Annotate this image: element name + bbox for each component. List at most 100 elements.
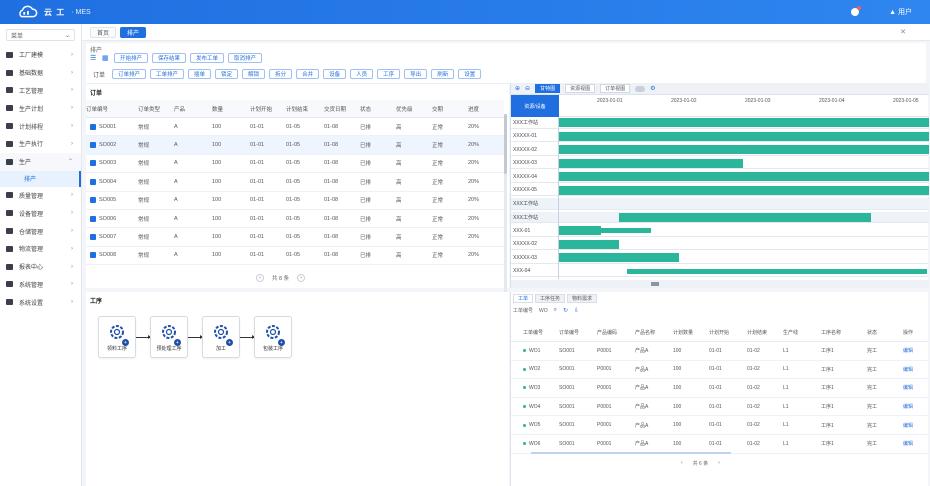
table-row[interactable]: WO1 SO001 P0001 产品A 100 01-01 01-02 L1 工序1 完工 编辑 bbox=[511, 342, 929, 361]
gantt-task-bar[interactable] bbox=[559, 239, 619, 249]
sidebar-item[interactable]: 工艺管理 › bbox=[0, 82, 81, 100]
toolbar-button[interactable]: 工单排产 bbox=[150, 69, 185, 79]
gantt-row[interactable]: XXX工作站 bbox=[511, 117, 929, 129]
sidebar-item[interactable]: 质量管理 › bbox=[0, 187, 81, 205]
edit-link[interactable]: 编辑 bbox=[903, 403, 929, 410]
toolbar-button[interactable]: 导出 bbox=[404, 69, 428, 79]
menu-icon[interactable]: ☰ bbox=[90, 54, 98, 62]
column-header[interactable]: 订单编号 bbox=[559, 329, 597, 336]
row-checkbox[interactable] bbox=[90, 197, 96, 204]
sidebar-item[interactable]: 系统管理 › bbox=[0, 276, 81, 294]
edit-link[interactable]: 编辑 bbox=[903, 384, 929, 391]
gantt-row[interactable]: XXX-01 bbox=[511, 225, 929, 237]
column-header[interactable]: 产品 bbox=[174, 105, 212, 113]
table-row[interactable]: WO4 SO001 P0001 产品A 100 01-01 01-02 L1 工序1 完工 编辑 bbox=[511, 398, 929, 417]
edit-link[interactable]: 编辑 bbox=[903, 440, 929, 447]
next-page-icon[interactable]: › bbox=[718, 460, 720, 467]
gantt-splitter[interactable] bbox=[558, 117, 559, 279]
table-row[interactable]: WO5 SO001 P0001 产品A 100 01-01 01-02 L1 工序1 完工 编辑 bbox=[511, 416, 929, 435]
column-header[interactable]: 产品名称 bbox=[635, 329, 673, 336]
column-header[interactable]: 工单编号 bbox=[511, 329, 559, 336]
close-all-icon[interactable]: ✕ bbox=[900, 28, 906, 36]
nav-tag[interactable]: 排产 bbox=[120, 26, 147, 38]
search-icon[interactable]: ⌕ bbox=[554, 307, 557, 314]
detail-scrollbar[interactable] bbox=[531, 452, 731, 454]
gantt-task-bar[interactable] bbox=[559, 253, 679, 262]
process-node[interactable]: + 包装工序 bbox=[254, 316, 292, 358]
row-checkbox[interactable] bbox=[90, 142, 96, 149]
app-logo[interactable]: 云 工 · MES bbox=[16, 5, 91, 19]
column-header[interactable]: 产品编码 bbox=[597, 329, 635, 336]
column-header[interactable]: 交期 bbox=[432, 105, 468, 113]
zoom-out-icon[interactable]: ⊖ bbox=[525, 85, 530, 92]
refresh-icon[interactable]: ↻ bbox=[563, 307, 568, 314]
row-checkbox[interactable] bbox=[90, 160, 96, 167]
process-node[interactable]: + 加工 bbox=[202, 316, 240, 358]
table-row[interactable]: SO002 常规 A 100 01-01 01-05 01-08 已排 高 正常 20% bbox=[86, 136, 504, 155]
toolbar-button[interactable]: 保存结果 bbox=[152, 53, 187, 63]
sidebar-item[interactable]: 基础数据 › bbox=[0, 64, 81, 82]
gantt-task-bar[interactable] bbox=[559, 226, 601, 235]
toolbar-button[interactable]: 锁定 bbox=[215, 69, 239, 79]
sidebar-search[interactable]: 菜单 ⌄ bbox=[6, 29, 75, 41]
user-menu[interactable]: ▲ 用户 bbox=[889, 7, 912, 17]
table-row[interactable]: SO003 常规 A 100 01-01 01-05 01-08 已排 高 正常 20% bbox=[86, 155, 504, 174]
prev-page-icon[interactable]: ‹ bbox=[256, 274, 264, 282]
gantt-task-bar[interactable] bbox=[559, 145, 929, 154]
detail-filter-value[interactable]: WO bbox=[539, 308, 548, 314]
toolbar-button[interactable]: 取消排产 bbox=[228, 53, 263, 63]
row-checkbox[interactable] bbox=[90, 252, 96, 259]
gantt-tab[interactable]: 甘特图 bbox=[535, 84, 561, 93]
sidebar-item[interactable]: 设备管理 › bbox=[0, 204, 81, 222]
gantt-row[interactable]: XXXXX-05 bbox=[511, 185, 929, 196]
column-header[interactable]: 状态 bbox=[360, 105, 396, 113]
row-checkbox[interactable] bbox=[90, 178, 96, 185]
sidebar-item[interactable]: 生产执行 › bbox=[0, 135, 81, 153]
column-header[interactable]: 计划数量 bbox=[673, 329, 709, 336]
gantt-task-bar[interactable] bbox=[559, 118, 929, 127]
column-header[interactable]: 订单类型 bbox=[138, 105, 174, 113]
toolbar-button[interactable]: 订单排产 bbox=[112, 69, 147, 79]
edit-link[interactable]: 编辑 bbox=[903, 422, 929, 429]
gantt-row[interactable]: XXX-04 bbox=[511, 266, 929, 277]
column-header[interactable]: 计划结束 bbox=[747, 329, 783, 336]
sidebar-item[interactable]: 物流管理 › bbox=[0, 240, 81, 258]
detail-tab[interactable]: 物料需求 bbox=[567, 294, 598, 303]
table-row[interactable]: WO6 SO001 P0001 产品A 100 01-01 01-02 L1 工序1 完工 编辑 bbox=[511, 435, 929, 454]
table-row[interactable]: SO007 常规 A 100 01-01 01-05 01-08 已排 高 正常 20% bbox=[86, 228, 504, 247]
column-header[interactable]: 计划结束 bbox=[286, 105, 324, 113]
column-header[interactable]: 数量 bbox=[212, 105, 250, 113]
column-header[interactable]: 计划开始 bbox=[250, 105, 286, 113]
gantt-task-bar[interactable] bbox=[601, 228, 651, 233]
toolbar-button[interactable]: 开始排产 bbox=[114, 53, 149, 63]
table-row[interactable]: WO3 SO001 P0001 产品A 100 01-01 01-02 L1 工序1 完工 编辑 bbox=[511, 379, 929, 398]
zoom-in-icon[interactable]: ⊕ bbox=[515, 85, 520, 92]
gantt-task-bar[interactable] bbox=[559, 185, 929, 195]
table-row[interactable]: SO001 常规 A 100 01-01 01-05 01-08 已排 高 正常 20% bbox=[86, 118, 504, 137]
sidebar-item[interactable]: 生产计划 › bbox=[0, 99, 81, 117]
sidebar-item[interactable]: 系统设置 › bbox=[0, 293, 81, 311]
sidebar-item[interactable]: 仓储管理 › bbox=[0, 222, 81, 240]
toolbar-button[interactable]: 发布工单 bbox=[190, 53, 225, 63]
column-header[interactable]: 状态 bbox=[867, 329, 903, 336]
settings-icon[interactable]: ⚙ bbox=[650, 85, 655, 92]
toolbar-button[interactable]: 解锁 bbox=[242, 69, 266, 79]
column-header[interactable]: 操作 bbox=[903, 329, 929, 336]
column-header[interactable]: 计划开始 bbox=[709, 329, 747, 336]
process-node[interactable]: + 预处理工序 bbox=[150, 316, 188, 358]
view-toggle[interactable] bbox=[635, 85, 646, 92]
notification-icon[interactable] bbox=[851, 6, 862, 16]
toolbar-button[interactable]: 工序 bbox=[377, 69, 401, 79]
edit-link[interactable]: 编辑 bbox=[903, 366, 929, 373]
export-icon[interactable]: ⇩ bbox=[574, 307, 579, 314]
sidebar-subitem-active[interactable]: 排产 bbox=[0, 170, 81, 187]
gantt-task-bar[interactable] bbox=[627, 268, 927, 274]
column-header[interactable]: 生产线 bbox=[783, 329, 821, 336]
table-row[interactable]: SO005 常规 A 100 01-01 01-05 01-08 已排 高 正常 20% bbox=[86, 192, 504, 210]
column-header[interactable]: 订单编号 bbox=[86, 105, 138, 113]
gantt-row[interactable]: XXXXX-03 bbox=[511, 158, 929, 169]
gantt-row[interactable]: XXXXX-02 bbox=[511, 144, 929, 156]
gantt-task-bar[interactable] bbox=[619, 212, 871, 222]
gantt-row[interactable]: XXXXX-04 bbox=[511, 171, 929, 183]
column-header[interactable]: 进度 bbox=[468, 105, 504, 113]
